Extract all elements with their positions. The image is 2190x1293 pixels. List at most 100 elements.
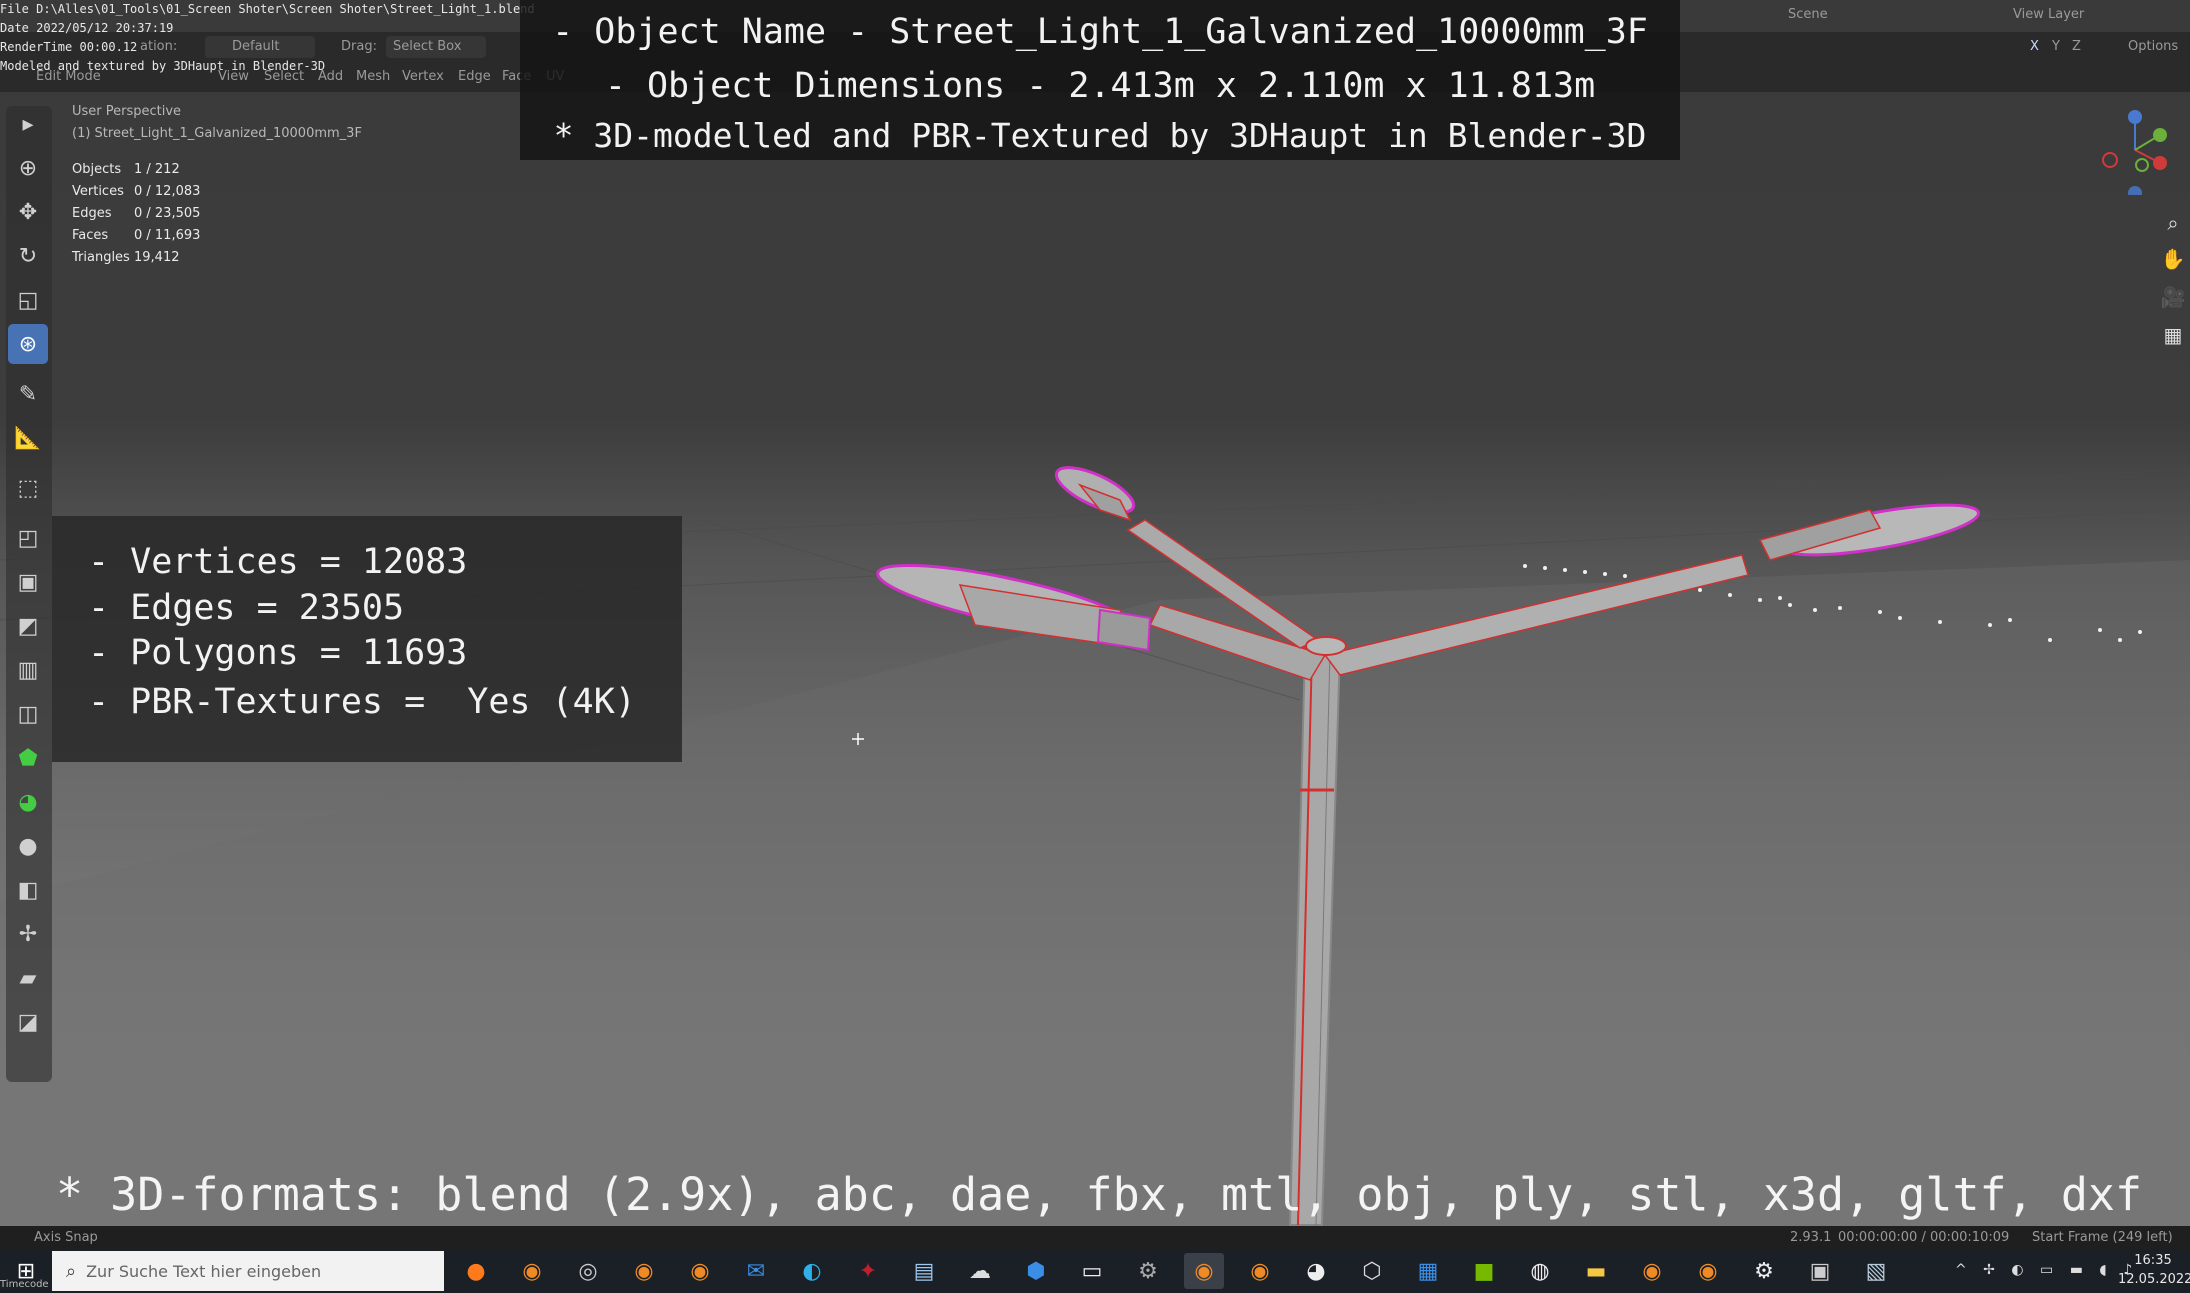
tool-shelf: ▸ ⊕ ✥ ↻ ◱ ⊛ ✎ 📐 ⬚ ◰ ▣ ◩ ▥ ◫ ⬟ ◕ ● ◧ ✢ ▰ … bbox=[6, 106, 52, 1082]
orientation-label: ation: bbox=[140, 39, 178, 54]
shear-tool-icon[interactable]: ▰ bbox=[8, 958, 48, 998]
info-pbr-textures: - PBR-Textures = Yes (4K) bbox=[88, 682, 636, 722]
annotate-tool-icon[interactable]: ✎ bbox=[8, 374, 48, 414]
view-perspective-label: User Perspective bbox=[72, 104, 182, 119]
nvidia-icon[interactable]: ■ bbox=[1464, 1253, 1504, 1289]
measure-tool-icon[interactable]: 📐 bbox=[8, 418, 48, 458]
pan-hand-icon[interactable]: ✋ bbox=[2158, 244, 2188, 274]
blender-icon-6[interactable]: ◉ bbox=[1688, 1253, 1728, 1289]
credit-banner-line: * 3D-modelled and PBR-Textured by 3DHaup… bbox=[553, 116, 1647, 155]
search-icon: ⌕ bbox=[66, 1260, 77, 1282]
calendar-icon[interactable]: ▦ bbox=[1408, 1253, 1448, 1289]
smooth-tool-icon[interactable]: ● bbox=[8, 826, 48, 866]
cursor-tool-icon[interactable]: ⊕ bbox=[8, 148, 48, 188]
transform-tool-icon[interactable]: ⊛ bbox=[8, 324, 48, 364]
axis-z-toggle[interactable]: Z bbox=[2072, 39, 2081, 54]
stat-vertices: Vertices 0 / 12,083 bbox=[72, 184, 201, 199]
active-object-label: (1) Street_Light_1_Galvanized_10000mm_3F bbox=[72, 126, 362, 141]
loop-cut-tool-icon[interactable]: ▥ bbox=[8, 650, 48, 690]
extrude-tool-icon[interactable]: ◰ bbox=[8, 518, 48, 558]
windows-taskbar: ⊞ ⌕ Zur Suche Text hier eingeben ● ◉ ◎ ◉ … bbox=[0, 1249, 2190, 1293]
options-dropdown[interactable]: Options bbox=[2128, 39, 2178, 54]
clock-date: 12.05.2022 bbox=[2118, 1272, 2190, 1287]
version-label: 2.93.1 bbox=[1790, 1230, 1832, 1245]
info-box: - Vertices = 12083 - Edges = 23505 - Pol… bbox=[52, 516, 682, 762]
view-layer-selector[interactable]: View Layer bbox=[2013, 7, 2084, 22]
object-name-line: - Object Name - Street_Light_1_Galvanize… bbox=[552, 12, 1648, 52]
knife-tool-icon[interactable]: ◫ bbox=[8, 694, 48, 734]
status-bar: Axis Snap 2.93.1 00:00:00:00 / 00:00:10:… bbox=[0, 1226, 2190, 1249]
blender-icon-5[interactable]: ◉ bbox=[1632, 1253, 1672, 1289]
3d-viewport[interactable]: ation: Default Drag: Select Box Scene Vi… bbox=[0, 0, 2190, 1245]
firefox-icon[interactable]: ● bbox=[456, 1253, 496, 1289]
menu-mesh[interactable]: Mesh bbox=[356, 69, 390, 84]
navigation-gizmo-icon[interactable] bbox=[2090, 105, 2180, 195]
zoom-icon[interactable]: ⌕ bbox=[2158, 208, 2188, 238]
cloud-app-icon[interactable]: ☁ bbox=[960, 1253, 1000, 1289]
drag-label: Drag: bbox=[341, 39, 377, 54]
timecode-label: Timecode bbox=[0, 1279, 49, 1290]
menu-vertex[interactable]: Vertex bbox=[402, 69, 444, 84]
axis-y-toggle[interactable]: Y bbox=[2052, 39, 2060, 54]
axis-x-toggle[interactable]: X bbox=[2030, 39, 2039, 54]
stat-objects: Objects 1 / 212 bbox=[72, 162, 180, 177]
axis-snap-status: Axis Snap bbox=[34, 1230, 98, 1245]
blender-icon[interactable]: ◉ bbox=[512, 1253, 552, 1289]
notes-icon[interactable]: ▤ bbox=[904, 1253, 944, 1289]
time-readout: 00:00:00:00 / 00:00:10:09 bbox=[1838, 1230, 2010, 1245]
blender-active-icon[interactable]: ◉ bbox=[1184, 1253, 1224, 1289]
file-explorer-icon[interactable]: ▬ bbox=[1576, 1253, 1616, 1289]
stat-triangles: Triangles 19,412 bbox=[72, 250, 180, 265]
clock[interactable]: 16:35 12.05.2022 bbox=[2118, 1251, 2190, 1289]
scale-tool-icon[interactable]: ◱ bbox=[8, 280, 48, 320]
shrink-tool-icon[interactable]: ✢ bbox=[8, 914, 48, 954]
settings-gear-icon[interactable]: ⚙ bbox=[1744, 1253, 1784, 1289]
inset-tool-icon[interactable]: ▣ bbox=[8, 562, 48, 602]
object-dimensions-line: - Object Dimensions - 2.413m x 2.110m x … bbox=[604, 66, 1596, 106]
info-polygons: - Polygons = 11693 bbox=[88, 633, 468, 673]
scene-selector[interactable]: Scene bbox=[1788, 7, 1828, 22]
blender-icon-3[interactable]: ◉ bbox=[680, 1253, 720, 1289]
search-placeholder: Zur Suche Text hier eingeben bbox=[86, 1261, 322, 1281]
stat-faces: Faces 0 / 11,693 bbox=[72, 228, 201, 243]
utility-icon[interactable]: ⚙ bbox=[1128, 1253, 1168, 1289]
formats-line: * 3D-formats: blend (2.9x), abc, dae, fb… bbox=[56, 1168, 2143, 1221]
clock-time: 16:35 bbox=[2134, 1253, 2172, 1268]
drag-value: Select Box bbox=[393, 39, 462, 54]
blender-icon-4[interactable]: ◉ bbox=[1240, 1253, 1280, 1289]
stat-edges: Edges 0 / 23,505 bbox=[72, 206, 201, 221]
spin-tool-icon[interactable]: ◕ bbox=[8, 782, 48, 822]
edge-browser-icon[interactable]: ◐ bbox=[792, 1253, 832, 1289]
render-time-line: RenderTime 00:00.12 bbox=[0, 40, 138, 54]
select-tool-icon[interactable]: ▸ bbox=[8, 104, 48, 144]
orientation-value: Default bbox=[232, 39, 280, 54]
rip-tool-icon[interactable]: ◪ bbox=[8, 1002, 48, 1042]
snipping-icon[interactable]: ▧ bbox=[1856, 1253, 1896, 1289]
add-cube-tool-icon[interactable]: ⬚ bbox=[8, 468, 48, 508]
blender-icon-2[interactable]: ◉ bbox=[624, 1253, 664, 1289]
dropbox-icon[interactable]: ⬢ bbox=[1016, 1253, 1056, 1289]
grid-view-icon[interactable]: ▦ bbox=[2158, 320, 2188, 350]
obs-icon[interactable]: ◍ bbox=[1520, 1253, 1560, 1289]
network-app-icon[interactable]: ▣ bbox=[1800, 1253, 1840, 1289]
file-path-line: File D:\Alles\01_Tools\01_Screen Shoter\… bbox=[0, 2, 535, 16]
date-line: Date 2022/05/12 20:37:19 bbox=[0, 21, 174, 35]
title-banner: - Object Name - Street_Light_1_Galvanize… bbox=[520, 0, 1680, 160]
camera-icon[interactable]: 🎥 bbox=[2158, 282, 2188, 312]
cube-app-icon[interactable]: ⬡ bbox=[1352, 1253, 1392, 1289]
taskbar-search[interactable]: ⌕ Zur Suche Text hier eingeben bbox=[52, 1251, 444, 1291]
app-red-icon[interactable]: ✦ bbox=[848, 1253, 888, 1289]
poly-build-tool-icon[interactable]: ⬟ bbox=[8, 738, 48, 778]
edge-slide-tool-icon[interactable]: ◧ bbox=[8, 870, 48, 910]
panda-app-icon[interactable]: ◕ bbox=[1296, 1253, 1336, 1289]
menu-edge[interactable]: Edge bbox=[458, 69, 491, 84]
aperture-icon[interactable]: ◎ bbox=[568, 1253, 608, 1289]
mail-icon[interactable]: ✉ bbox=[736, 1253, 776, 1289]
terminal-icon[interactable]: ▭ bbox=[1072, 1253, 1112, 1289]
system-tray-icons[interactable]: ^ ✢ ◐ ▭ ▬ ◖ ♪ bbox=[1955, 1262, 2138, 1278]
frame-readout: Start Frame (249 left) bbox=[2032, 1230, 2173, 1245]
info-vertices: - Vertices = 12083 bbox=[88, 542, 468, 582]
bevel-tool-icon[interactable]: ◩ bbox=[8, 606, 48, 646]
rotate-tool-icon[interactable]: ↻ bbox=[8, 236, 48, 276]
move-tool-icon[interactable]: ✥ bbox=[8, 192, 48, 232]
